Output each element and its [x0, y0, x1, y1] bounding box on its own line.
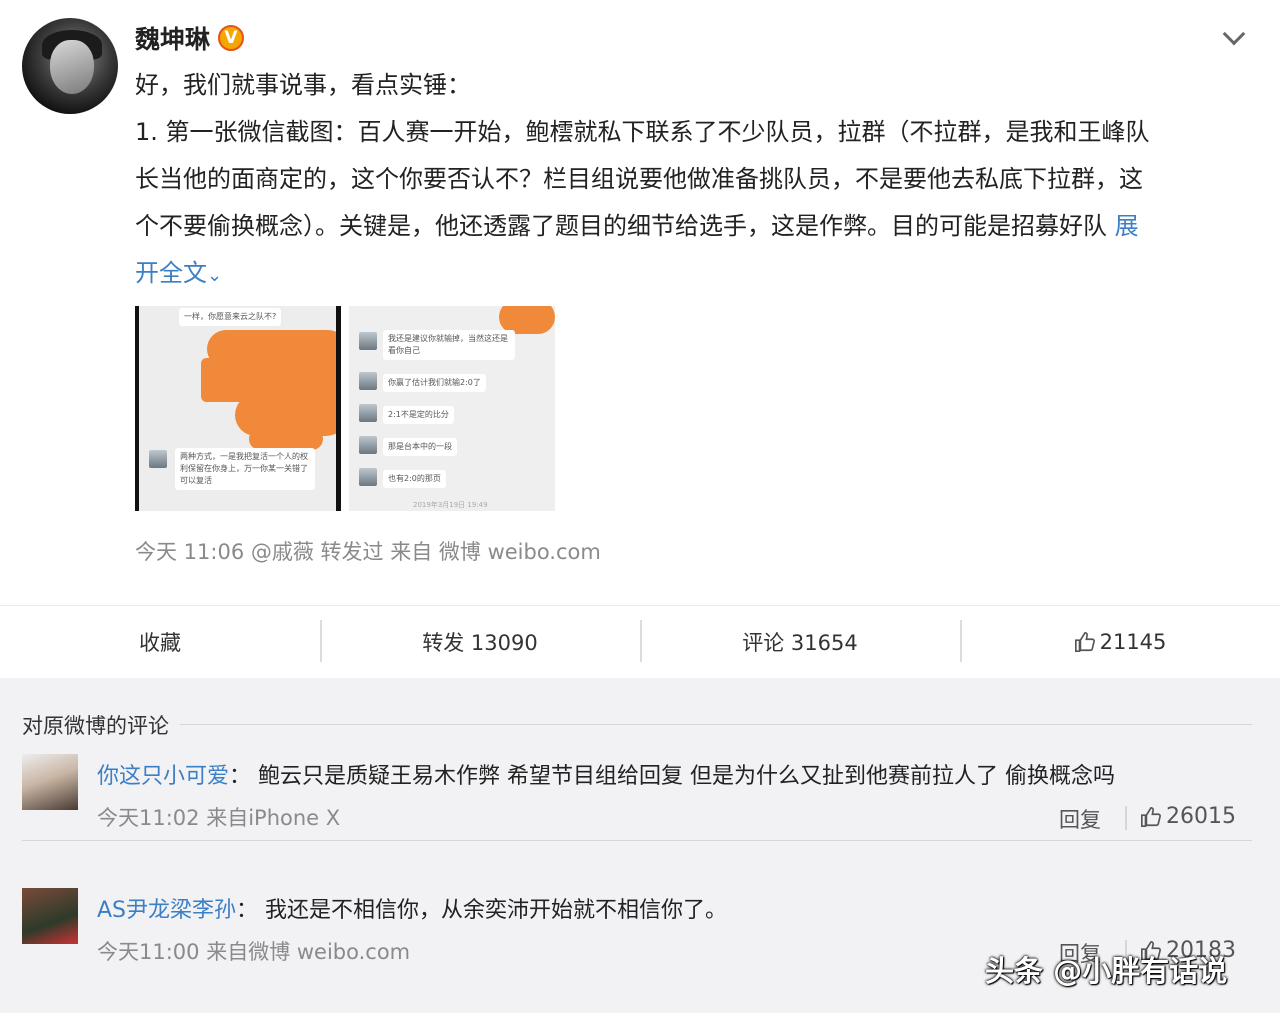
like-button[interactable]: 21145: [960, 606, 1280, 678]
chat-bubble: 2:1不是定的比分: [383, 406, 454, 424]
chevron-down-icon[interactable]: [1222, 26, 1246, 50]
chat-avatar: [359, 404, 377, 422]
post-line: 1. 第一张微信截图：百人赛一开始，鲍橒就私下联系了不少队员，拉群（不拉群，是我…: [135, 118, 1150, 146]
divider: [1125, 806, 1127, 830]
post-meta: 今天 11:06 @戚薇 转发过 来自 微博 weibo.com: [135, 540, 601, 564]
chat-bubble: 也有2:0的那页: [383, 470, 446, 488]
chat-avatar: [149, 450, 167, 468]
chat-bubble: 那是台本中的一段: [383, 438, 457, 456]
post-image-1[interactable]: 一样，你愿意来云之队不? 两种方式，一是我把复活一个人的权利保留在你身上，万一你…: [135, 306, 341, 511]
author-row: 魏坤琳 V: [135, 18, 245, 58]
post-text: 好，我们就事说事，看点实锤： 1. 第一张微信截图：百人赛一开始，鲍橒就私下联系…: [135, 62, 1255, 299]
post-image-2[interactable]: 我还是建议你就输掉，当然这还是看你自己 你赢了估计我们就输2:0了 2:1不是定…: [349, 306, 555, 511]
comment-text: ： 鲍云只是质疑王易木作弊 希望节目组给回复 但是为什么又扯到他赛前拉人了 偷换…: [229, 764, 1115, 789]
repost-button[interactable]: 转发 13090: [320, 606, 640, 678]
chat-avatar: [359, 468, 377, 486]
comment-meta: 今天11:00 来自微博 weibo.com: [97, 940, 411, 964]
chat-bubble: 我还是建议你就输掉，当然这还是看你自己: [383, 330, 515, 360]
chat-bubble: 你赢了估计我们就输2:0了: [383, 374, 486, 392]
like-count: 21145: [1099, 630, 1167, 654]
watermark-text: 头条 @小胖有话说: [985, 954, 1228, 988]
verified-badge-icon: V: [218, 25, 245, 51]
commenter-name[interactable]: 你这只小可爱: [97, 764, 229, 789]
favorite-label: 收藏: [139, 631, 181, 655]
avatar-face-shape: [50, 40, 94, 94]
post-line-text: 个不要偷换概念）。关键是，他还透露了题目的细节给选手，这是作弊。目的可能是招募好…: [135, 212, 1107, 240]
comment-body: 你这只小可爱： 鲍云只是质疑王易木作弊 希望节目组给回复 但是为什么又扯到他赛前…: [97, 758, 1115, 790]
chat-timestamp: 2019年3月19日 19:49: [413, 501, 488, 509]
chat-avatar: [359, 372, 377, 390]
comment-button[interactable]: 评论 31654: [640, 606, 960, 678]
commenter-avatar[interactable]: [22, 754, 78, 810]
favorite-button[interactable]: 收藏: [0, 606, 320, 678]
commenter-avatar[interactable]: [22, 888, 78, 944]
post-line: 长当他的面商定的，这个你要否认不？栏目组说要他做准备挑队员，不是要他去私底下拉群…: [135, 165, 1143, 193]
comment-text: ： 我还是不相信你，从余奕沛开始就不相信你了。: [236, 898, 728, 923]
comment-like-count: 26015: [1166, 804, 1236, 829]
comment-meta: 今天11:02 来自iPhone X: [97, 806, 341, 830]
chat-avatar: [359, 332, 377, 350]
post-line: 好，我们就事说事，看点实锤：: [135, 71, 471, 99]
expand-chevron-icon[interactable]: ⌄: [207, 265, 222, 286]
author-name[interactable]: 魏坤琳: [135, 20, 210, 56]
redaction-blob: [249, 428, 323, 450]
thumbs-up-icon: [1140, 806, 1162, 828]
post-line: 开全文⌄: [135, 250, 1255, 299]
image1-top-bubble: 一样，你愿意来云之队不?: [179, 308, 282, 326]
chat-avatar: [359, 436, 377, 454]
expand-full-text-link[interactable]: 开全文: [135, 259, 207, 287]
comment-body: AS尹龙梁李孙： 我还是不相信你，从余奕沛开始就不相信你了。: [97, 892, 727, 924]
comment-item: 你这只小可爱： 鲍云只是质疑王易木作弊 希望节目组给回复 但是为什么又扯到他赛前…: [22, 754, 1252, 834]
divider: [22, 840, 1252, 841]
action-bar: 收藏 转发 13090 评论 31654 21145: [0, 605, 1280, 678]
comment-like-button[interactable]: 26015: [1140, 804, 1236, 829]
comments-title: 对原微博的评论: [22, 714, 169, 738]
expand-link-start[interactable]: 展: [1115, 212, 1139, 240]
image1-bottom-bubble: 两种方式，一是我把复活一个人的权利保留在你身上，万一你某一关错了可以复活: [175, 448, 315, 490]
reply-button[interactable]: 回复: [1059, 804, 1101, 834]
author-avatar[interactable]: [22, 18, 118, 114]
weibo-post: 魏坤琳 V 好，我们就事说事，看点实锤： 1. 第一张微信截图：百人赛一开始，鲍…: [0, 0, 1280, 605]
repost-label: 转发 13090: [422, 631, 538, 655]
divider: [180, 724, 1252, 725]
commenter-name[interactable]: AS尹龙梁李孙: [97, 898, 236, 923]
post-line: 个不要偷换概念）。关键是，他还透露了题目的细节给选手，这是作弊。目的可能是招募好…: [135, 203, 1255, 250]
comment-label: 评论 31654: [742, 631, 858, 655]
thumbs-up-icon: [1074, 631, 1096, 653]
